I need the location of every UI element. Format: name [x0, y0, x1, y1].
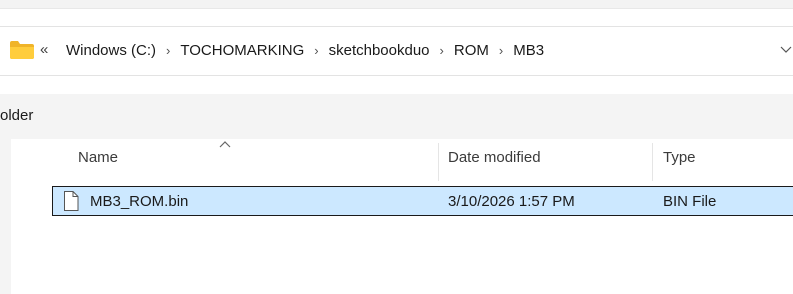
- address-bar[interactable]: « Windows (C:) › TOCHOMARKING › sketchbo…: [0, 26, 793, 76]
- file-type: BIN File: [663, 193, 717, 210]
- top-divider: [0, 8, 793, 9]
- breadcrumb-separator-icon[interactable]: ›: [314, 43, 318, 58]
- sort-ascending-icon: [219, 141, 231, 148]
- table-row[interactable]: MB3_ROM.bin 3/10/2026 1:57 PM BIN File: [52, 186, 793, 216]
- navigation-pane[interactable]: [0, 139, 11, 294]
- breadcrumb-separator-icon[interactable]: ›: [166, 43, 170, 58]
- column-header-type[interactable]: Type: [663, 149, 696, 166]
- overflow-chevron-icon[interactable]: «: [40, 40, 48, 60]
- column-divider[interactable]: [438, 143, 439, 181]
- breadcrumb-item-tochomarking[interactable]: TOCHOMARKING: [180, 42, 304, 59]
- breadcrumb-item-mb3[interactable]: MB3: [513, 42, 544, 59]
- breadcrumb: Windows (C:) › TOCHOMARKING › sketchbook…: [66, 39, 544, 61]
- file-list-pane: Name Date modified Type MB3_ROM.bin 3/10…: [0, 139, 793, 294]
- column-header-name[interactable]: Name: [78, 149, 118, 166]
- breadcrumb-item-sketchbookduo[interactable]: sketchbookduo: [329, 42, 430, 59]
- document-icon: [64, 191, 79, 211]
- toolbar-gap: [0, 77, 793, 94]
- command-bar: older: [0, 94, 793, 139]
- window-top-strip: [0, 0, 793, 8]
- folder-icon: [10, 41, 34, 59]
- column-header-date-modified[interactable]: Date modified: [448, 149, 541, 166]
- breadcrumb-separator-icon[interactable]: ›: [499, 43, 503, 58]
- file-name[interactable]: MB3_ROM.bin: [90, 193, 188, 210]
- column-divider[interactable]: [652, 143, 653, 181]
- chevron-down-icon[interactable]: [780, 42, 792, 56]
- breadcrumb-item-rom[interactable]: ROM: [454, 42, 489, 59]
- file-date-modified: 3/10/2026 1:57 PM: [448, 193, 575, 210]
- new-folder-button-label[interactable]: older: [0, 107, 33, 124]
- breadcrumb-separator-icon[interactable]: ›: [440, 43, 444, 58]
- breadcrumb-item-windows-c[interactable]: Windows (C:): [66, 42, 156, 59]
